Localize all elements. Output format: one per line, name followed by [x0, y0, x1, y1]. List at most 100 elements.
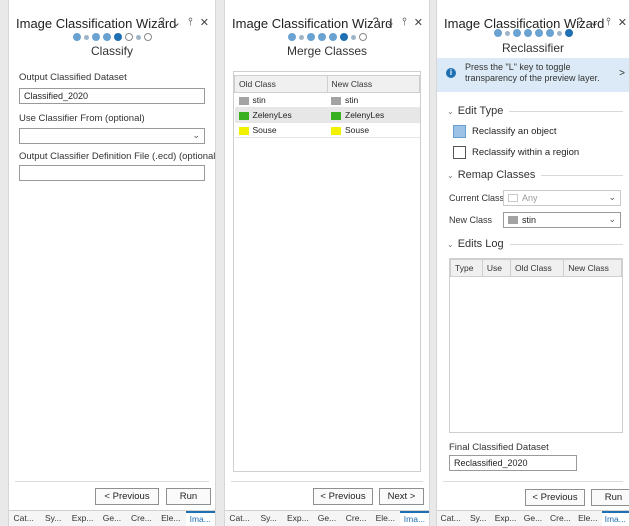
close-banner-icon[interactable]: > [619, 68, 625, 79]
tab-symbology[interactable]: Sy... [464, 511, 491, 526]
new-class-cell[interactable]: stin [327, 92, 420, 108]
step-dot[interactable] [91, 33, 100, 41]
help-icon[interactable]: ? [373, 16, 379, 29]
ecd-input[interactable] [19, 165, 205, 181]
tab-explore[interactable]: Exp... [68, 511, 97, 526]
panel-title: Image Classification Wizard [16, 16, 177, 31]
tab-elevation[interactable]: Ele... [156, 511, 185, 526]
step-dot[interactable] [328, 33, 337, 41]
pin-icon[interactable]: ⫯ [188, 16, 193, 29]
options-chevron-icon[interactable]: ⌄ [590, 16, 599, 29]
reclassify-region-tool[interactable]: Reclassify within a region [453, 146, 579, 159]
tab-create[interactable]: Cre... [547, 511, 574, 526]
previous-button[interactable]: < Previous [95, 488, 159, 505]
tab-create[interactable]: Cre... [127, 511, 156, 526]
step-dot[interactable] [287, 33, 296, 41]
new-class-cell[interactable]: ZelenyLes [327, 107, 420, 123]
divider [509, 243, 623, 245]
tab-explore[interactable]: Exp... [283, 511, 312, 526]
step-dot[interactable] [350, 34, 356, 40]
step-dot[interactable] [545, 29, 554, 37]
close-icon[interactable]: ✕ [618, 16, 627, 29]
new-class-value: stin [345, 95, 359, 105]
step-dot[interactable] [512, 29, 521, 37]
pin-icon[interactable]: ⫯ [402, 16, 407, 29]
table-row[interactable]: stin stin [234, 92, 420, 108]
tab-elevation[interactable]: Ele... [371, 511, 400, 526]
output-dataset-input[interactable]: Classified_2020 [19, 88, 205, 104]
run-button[interactable]: Run [591, 489, 629, 506]
options-chevron-icon[interactable]: ⌄ [386, 16, 395, 29]
use-classifier-select[interactable]: ⌄ [19, 128, 205, 144]
tab-catalog[interactable]: Cat... [225, 511, 254, 526]
close-icon[interactable]: ✕ [200, 16, 209, 29]
output-dataset-label: Output Classified Dataset [19, 72, 127, 83]
tab-image-classification[interactable]: Ima... [399, 511, 429, 526]
column-header-type[interactable]: Type [450, 259, 483, 277]
color-swatch [331, 126, 341, 135]
tab-geoprocessing[interactable]: Ge... [312, 511, 341, 526]
step-dot[interactable] [534, 29, 543, 37]
tab-catalog[interactable]: Cat... [437, 511, 464, 526]
tab-elevation[interactable]: Ele... [574, 511, 601, 526]
panel-header: Image Classification Wizard ? ⌄ ⫯ ✕ Recl… [437, 0, 629, 60]
step-dot[interactable] [317, 33, 326, 41]
tab-image-classification[interactable]: Ima... [601, 511, 629, 526]
step-dot[interactable] [493, 29, 502, 37]
new-class-select[interactable]: stin ⌄ [503, 212, 621, 228]
edits-log-section[interactable]: ⌄ Edits Log [447, 238, 623, 250]
tab-symbology[interactable]: Sy... [38, 511, 67, 526]
tab-symbology[interactable]: Sy... [254, 511, 283, 526]
step-dot[interactable] [143, 33, 152, 41]
tab-catalog[interactable]: Cat... [9, 511, 38, 526]
step-dot[interactable] [556, 30, 562, 36]
step-dot[interactable] [504, 30, 510, 36]
step-dot-current[interactable] [113, 33, 122, 41]
section-title: Remap Classes [457, 169, 536, 181]
step-dot-current[interactable] [564, 29, 573, 37]
previous-button[interactable]: < Previous [525, 489, 585, 506]
new-class-cell[interactable]: Souse [327, 122, 420, 138]
final-dataset-input[interactable]: Reclassified_2020 [449, 455, 577, 471]
old-class-value: Souse [252, 125, 277, 135]
edit-type-section[interactable]: ⌄ Edit Type [447, 105, 623, 117]
step-name: Reclassifier [501, 41, 564, 55]
step-dot[interactable] [523, 29, 532, 37]
pin-icon[interactable]: ⫯ [606, 16, 611, 29]
options-chevron-icon[interactable]: ⌄ [172, 16, 181, 29]
step-dot[interactable] [135, 34, 141, 40]
column-header-old-class[interactable]: Old Class [509, 259, 565, 277]
table-row[interactable]: ZelenyLes ZelenyLes [234, 107, 420, 123]
column-header-use[interactable]: Use [481, 259, 511, 277]
column-header-new-class[interactable]: New Class [326, 75, 420, 93]
reclassify-object-tool[interactable]: Reclassify an object [453, 125, 556, 138]
divider [509, 110, 623, 112]
step-dot[interactable] [72, 33, 81, 41]
step-dot[interactable] [298, 34, 304, 40]
help-icon[interactable]: ? [577, 16, 583, 29]
close-icon[interactable]: ✕ [414, 16, 423, 29]
collapse-caret-icon: ⌄ [447, 106, 454, 116]
dock-tabs: Cat... Sy... Exp... Ge... Cre... Ele... … [437, 510, 629, 526]
tab-image-classification[interactable]: Ima... [185, 511, 215, 526]
tab-geoprocessing[interactable]: Ge... [519, 511, 546, 526]
column-header-new-class[interactable]: New Class [563, 259, 622, 277]
table-row[interactable]: Souse Souse [234, 122, 420, 138]
tab-geoprocessing[interactable]: Ge... [97, 511, 126, 526]
step-dot-current[interactable] [339, 33, 348, 41]
remap-classes-section[interactable]: ⌄ Remap Classes [447, 169, 623, 181]
merge-table-container: Old Class New Class stin stin ZelenyLes … [233, 71, 421, 472]
tab-create[interactable]: Cre... [342, 511, 371, 526]
previous-button[interactable]: < Previous [313, 488, 373, 505]
step-dot[interactable] [124, 33, 133, 41]
step-dot[interactable] [306, 33, 315, 41]
help-icon[interactable]: ? [159, 16, 165, 29]
run-button[interactable]: Run [166, 488, 211, 505]
divider [443, 481, 623, 482]
column-header-old-class[interactable]: Old Class [234, 75, 328, 93]
step-dot[interactable] [358, 33, 367, 41]
next-button[interactable]: Next > [379, 488, 424, 505]
step-dot[interactable] [83, 34, 89, 40]
tab-explore[interactable]: Exp... [492, 511, 519, 526]
step-dot[interactable] [102, 33, 111, 41]
